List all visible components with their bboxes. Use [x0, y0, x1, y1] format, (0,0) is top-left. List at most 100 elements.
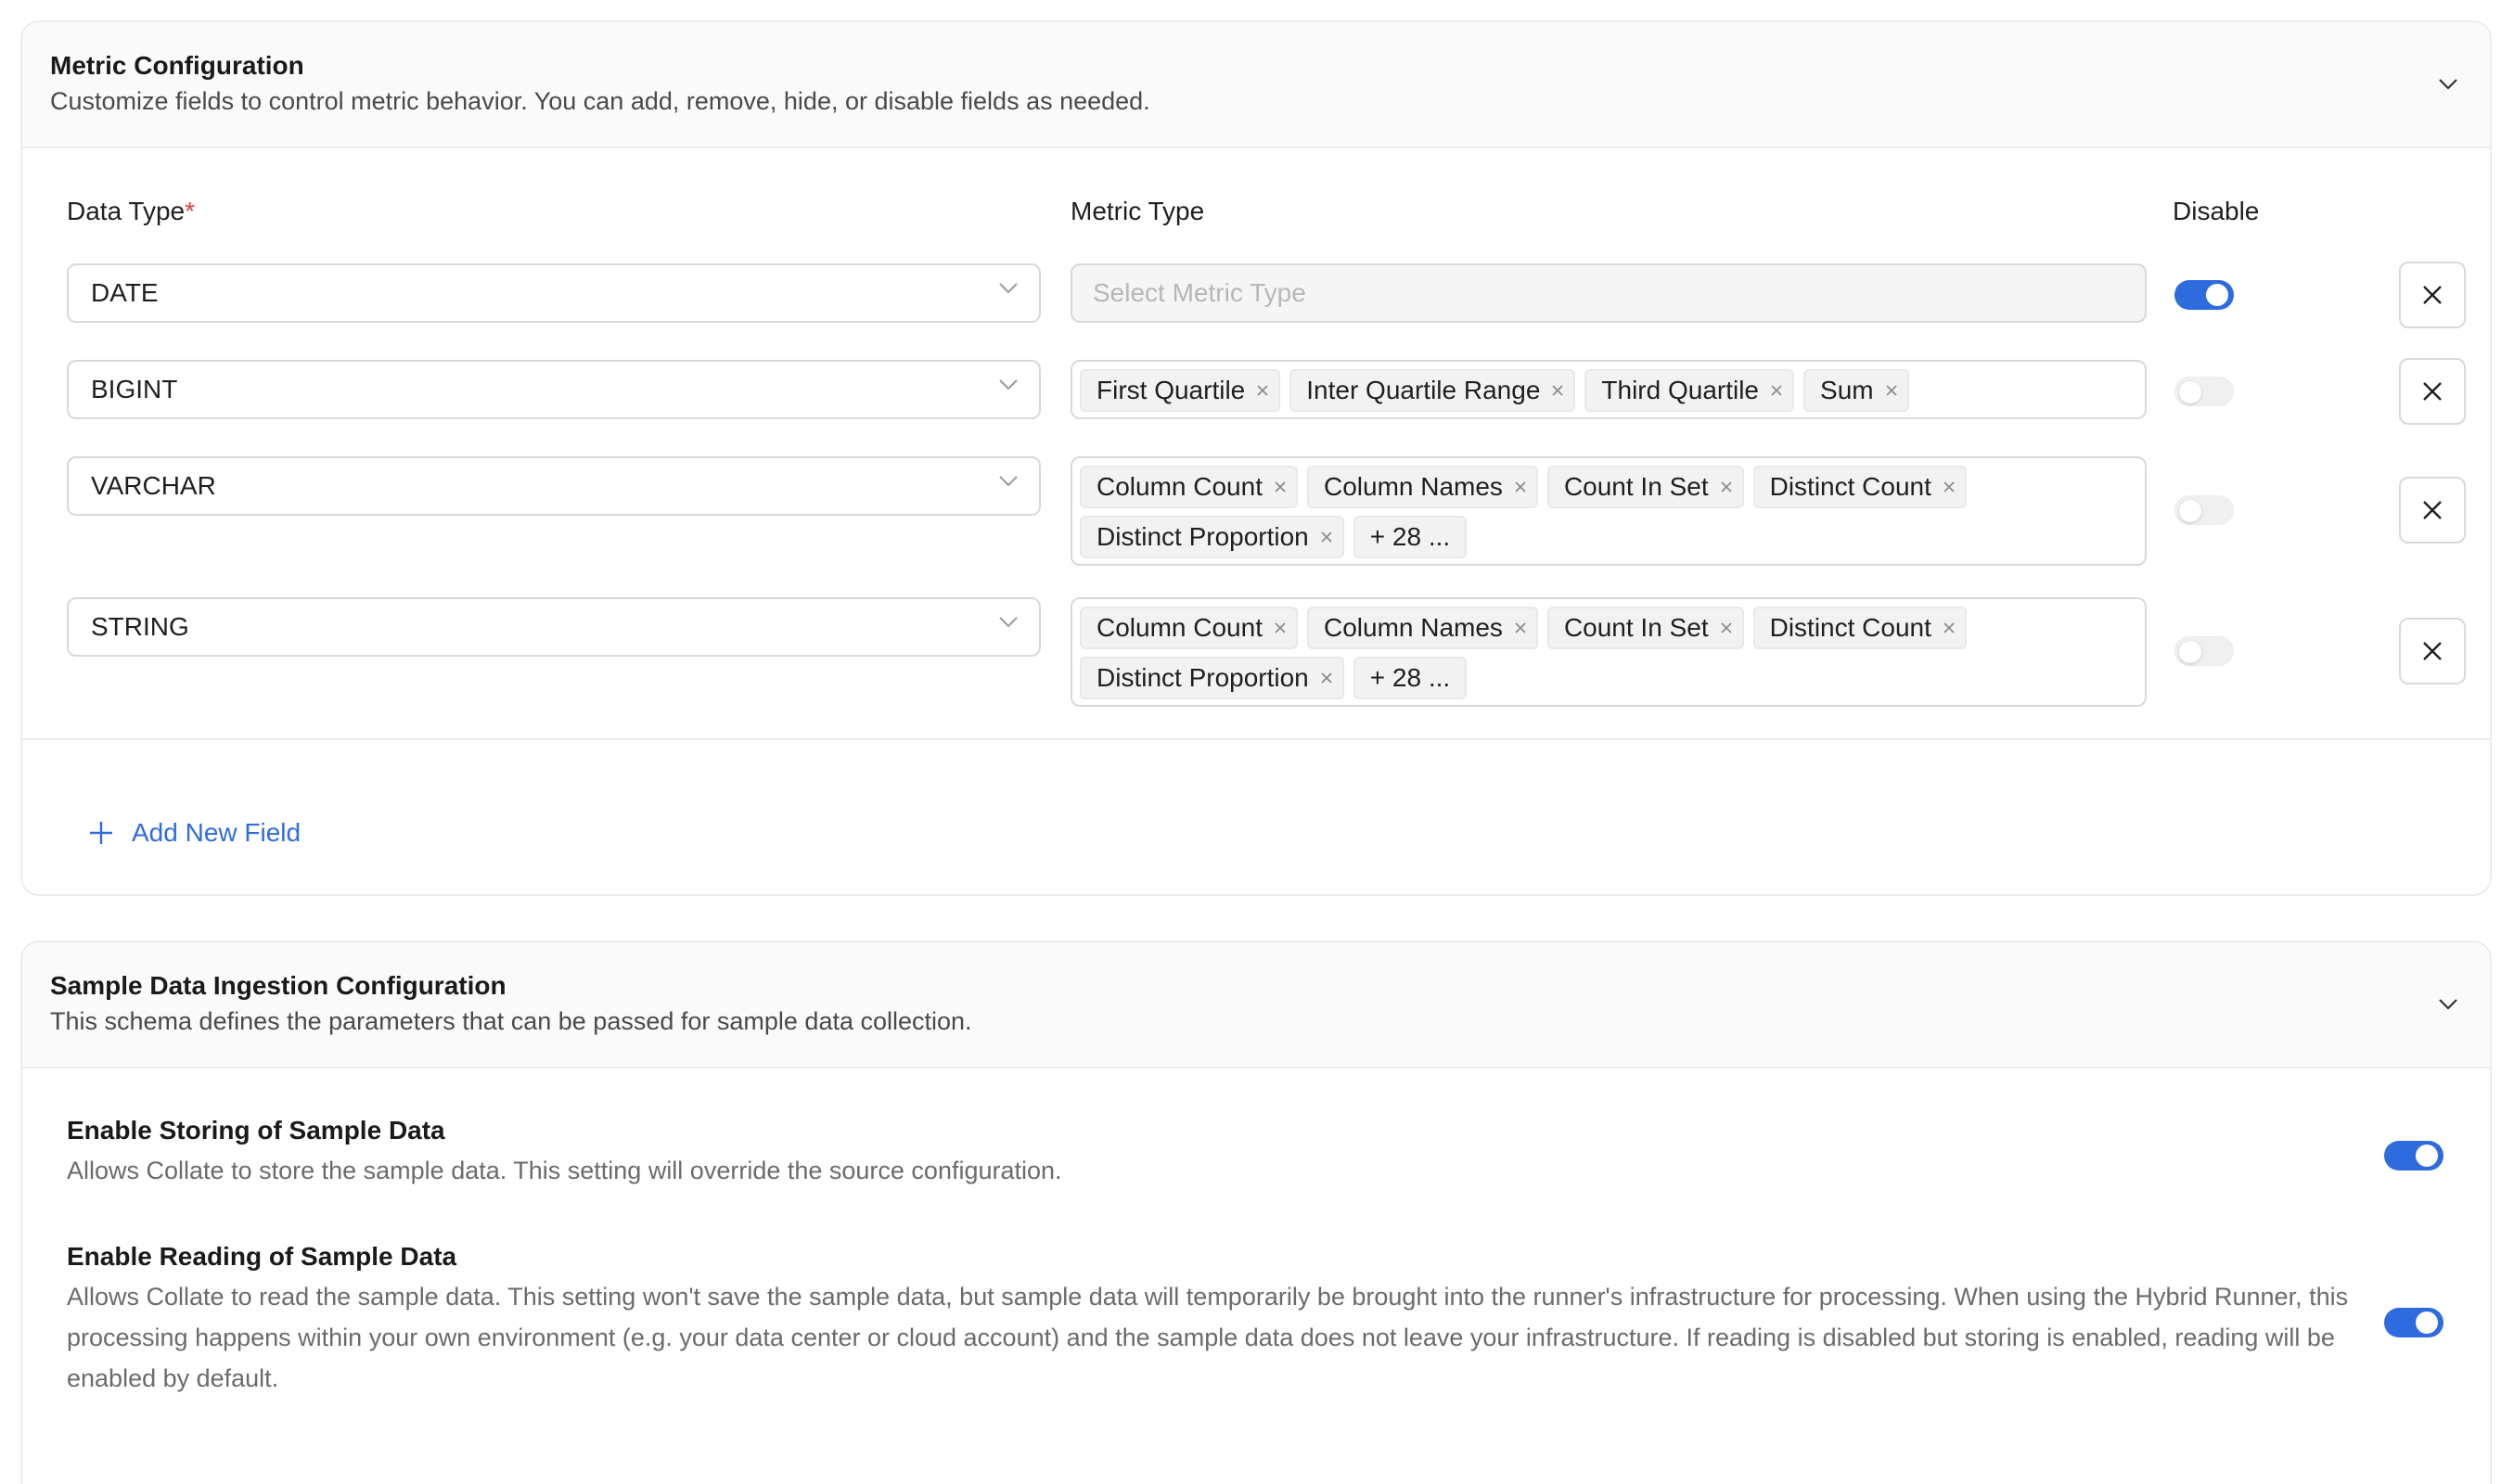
- metric-tag: Inter Quartile Range: [1289, 369, 1576, 412]
- close-icon[interactable]: [1318, 670, 1335, 686]
- sample-data-ingestion-card: Sample Data Ingestion Configuration This…: [20, 940, 2492, 1484]
- tag-label: Count In Set: [1563, 472, 1709, 501]
- close-icon[interactable]: [1272, 479, 1289, 495]
- data-type-select-row-1[interactable]: DATE: [67, 263, 1041, 323]
- tag-label: Third Quartile: [1601, 376, 1760, 404]
- close-icon[interactable]: [1512, 620, 1529, 636]
- toggle-knob: [2416, 1145, 2438, 1167]
- rows-divider: [22, 738, 2490, 740]
- enable-reading-sample-data-description: Allows Collate to read the sample data. …: [67, 1283, 2349, 1392]
- remove-row-button-3[interactable]: [2399, 477, 2466, 544]
- collapse-chevron-icon[interactable]: [2434, 70, 2462, 98]
- enable-storing-sample-data-title: Enable Storing of Sample Data: [67, 1116, 445, 1145]
- metric-tag: Column Count: [1080, 466, 1298, 508]
- metric-tag: First Quartile: [1080, 369, 1281, 412]
- disable-toggle-row-4[interactable]: [2174, 636, 2234, 666]
- metric-tag: Distinct Count: [1752, 466, 1967, 508]
- enable-storing-sample-data-toggle[interactable]: [2384, 1141, 2443, 1171]
- tag-label: Inter Quartile Range: [1306, 376, 1541, 404]
- toggle-knob: [2179, 500, 2201, 522]
- metric-configuration-card: Metric Configuration Customize fields to…: [20, 20, 2492, 896]
- metric-tag: Column Count: [1080, 607, 1298, 649]
- disable-toggle-row-2[interactable]: [2174, 377, 2234, 406]
- chevron-down-icon: [999, 283, 1018, 294]
- metric-tag: Distinct Count: [1752, 607, 1967, 649]
- data-type-select-row-2[interactable]: BIGINT: [67, 360, 1041, 419]
- sample-data-ingestion-header[interactable]: Sample Data Ingestion Configuration This…: [22, 942, 2490, 1068]
- metric-tag: Distinct Proportion: [1080, 657, 1344, 699]
- required-mark: *: [185, 197, 196, 225]
- tag-label: First Quartile: [1097, 376, 1246, 404]
- data-type-select-row-4[interactable]: STRING: [67, 597, 1041, 657]
- sample-data-ingestion-title: Sample Data Ingestion Configuration: [50, 971, 507, 1000]
- data-type-value: STRING: [91, 612, 189, 641]
- metric-configuration-title: Metric Configuration: [50, 51, 304, 80]
- enable-storing-sample-data-description: Allows Collate to store the sample data.…: [67, 1157, 1062, 1184]
- disable-label: Disable: [2173, 197, 2260, 225]
- more-tags-indicator[interactable]: + 28 ...: [1353, 657, 1468, 699]
- remove-row-button-4[interactable]: [2399, 618, 2466, 684]
- chevron-down-icon: [999, 379, 1018, 390]
- enable-reading-sample-data-title: Enable Reading of Sample Data: [67, 1242, 457, 1271]
- tag-label: Column Names: [1323, 613, 1503, 642]
- toggle-knob: [2179, 641, 2201, 663]
- data-type-label-text: Data Type: [67, 197, 186, 225]
- metric-configuration-description: Customize fields to control metric behav…: [50, 87, 1150, 115]
- close-icon[interactable]: [1254, 382, 1271, 399]
- metric-tag: Count In Set: [1546, 607, 1744, 649]
- close-icon[interactable]: [1549, 382, 1566, 399]
- tag-label: Column Count: [1097, 472, 1263, 501]
- data-type-value: DATE: [91, 278, 159, 307]
- close-icon[interactable]: [1941, 620, 1957, 636]
- data-type-value: VARCHAR: [91, 471, 216, 500]
- remove-row-button-2[interactable]: [2399, 358, 2466, 425]
- close-icon: [2423, 382, 2442, 401]
- close-icon[interactable]: [1512, 479, 1529, 495]
- tag-label: Count In Set: [1563, 613, 1709, 642]
- disable-toggle-row-1[interactable]: [2174, 280, 2234, 310]
- chevron-down-icon: [999, 617, 1018, 628]
- metric-type-select-row-3[interactable]: Column Count Column Names Count In Set D…: [1071, 456, 2147, 566]
- tag-label: Distinct Count: [1769, 472, 1931, 501]
- add-new-field-label: Add New Field: [132, 818, 301, 847]
- metric-tag: Column Names: [1306, 466, 1538, 508]
- data-type-label: Data Type*: [67, 195, 195, 228]
- data-type-select-row-3[interactable]: VARCHAR: [67, 456, 1041, 516]
- tag-label: Distinct Proportion: [1097, 522, 1309, 551]
- metric-type-select-row-4[interactable]: Column Count Column Names Count In Set D…: [1071, 597, 2147, 707]
- close-icon[interactable]: [1718, 479, 1735, 495]
- toggle-knob: [2416, 1311, 2438, 1334]
- close-icon[interactable]: [1768, 382, 1785, 399]
- metric-type-select-row-1[interactable]: Select Metric Type: [1071, 263, 2147, 323]
- metric-type-select-row-2[interactable]: First Quartile Inter Quartile Range Thir…: [1071, 360, 2147, 419]
- disable-toggle-row-3[interactable]: [2174, 495, 2234, 525]
- metric-configuration-header[interactable]: Metric Configuration Customize fields to…: [22, 22, 2490, 148]
- chevron-down-icon: [999, 476, 1018, 487]
- tag-label: Column Count: [1097, 613, 1263, 642]
- close-icon[interactable]: [1883, 382, 1900, 399]
- toggle-knob: [2179, 381, 2201, 403]
- close-icon[interactable]: [1272, 620, 1289, 636]
- tag-label: Sum: [1820, 376, 1874, 404]
- tag-label: Column Names: [1323, 472, 1503, 501]
- add-new-field-button[interactable]: Add New Field: [87, 818, 301, 848]
- metric-tag: Count In Set: [1546, 466, 1744, 508]
- metric-tag: Distinct Proportion: [1080, 516, 1344, 558]
- remove-row-button-1[interactable]: [2399, 262, 2466, 328]
- close-icon[interactable]: [1318, 529, 1335, 545]
- sample-data-ingestion-description: This schema defines the parameters that …: [50, 1007, 972, 1035]
- collapse-chevron-icon[interactable]: [2434, 991, 2462, 1018]
- enable-reading-sample-data-toggle[interactable]: [2384, 1308, 2443, 1337]
- more-tags-indicator[interactable]: + 28 ...: [1353, 516, 1468, 558]
- tag-label: Distinct Proportion: [1097, 663, 1309, 692]
- metric-tag: Third Quartile: [1584, 369, 1795, 412]
- close-icon: [2423, 501, 2442, 519]
- metric-type-label: Metric Type: [1071, 197, 1205, 225]
- close-icon[interactable]: [1718, 620, 1735, 636]
- metric-tag: Column Names: [1306, 607, 1538, 649]
- close-icon: [2423, 642, 2442, 660]
- metric-tag: Sum: [1803, 369, 1909, 412]
- close-icon[interactable]: [1941, 479, 1957, 495]
- tag-label: Distinct Count: [1769, 613, 1931, 642]
- plus-icon: [90, 822, 112, 844]
